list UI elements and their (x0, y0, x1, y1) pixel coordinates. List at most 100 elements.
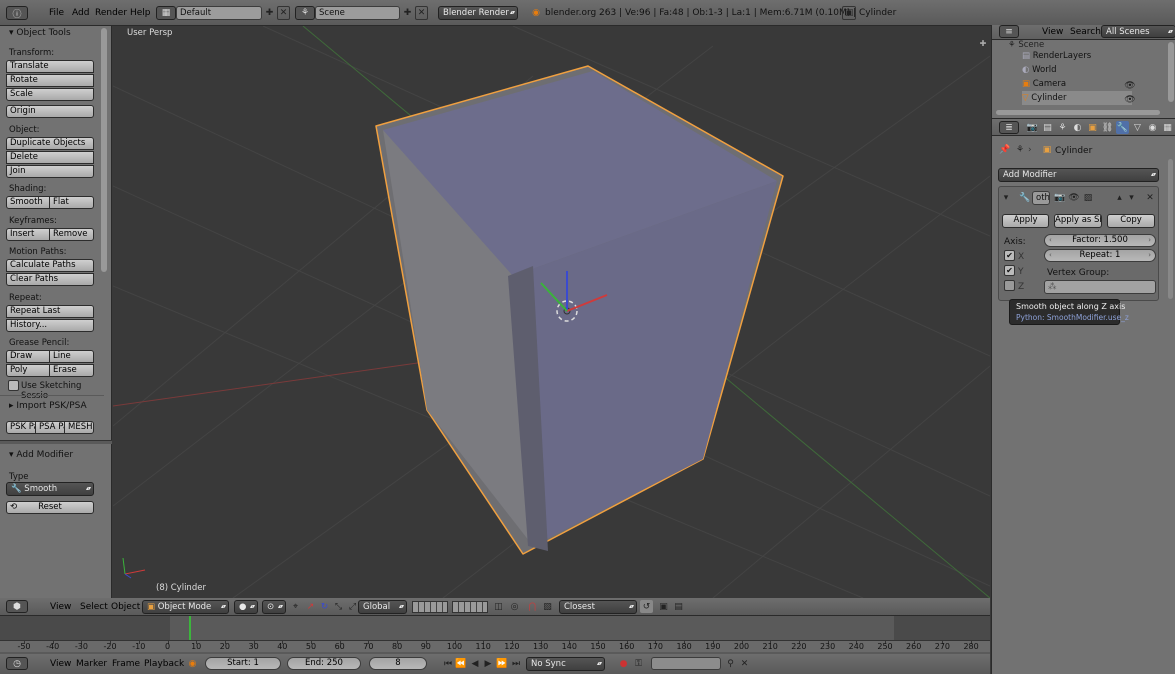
object-tab-icon[interactable]: ▣ (1086, 121, 1099, 134)
current-frame-field[interactable]: 8 (369, 657, 427, 670)
camera-visibility-icon[interactable]: 👁 (1124, 81, 1135, 91)
scene-icon[interactable]: ⚘ (295, 6, 315, 20)
outliner-item-renderlayers[interactable]: ▤ RenderLayers (1022, 49, 1091, 63)
screenshot-icon[interactable]: ▣ (842, 6, 856, 20)
view3d-menu-object[interactable]: Object (111, 602, 140, 612)
record-icon[interactable]: ● (617, 657, 630, 670)
modifier-type-dropdown[interactable]: 🔧 Smooth (6, 482, 94, 496)
import-psk-title[interactable]: ▸ Import PSK/PSA (9, 401, 87, 411)
viewport-corner-icon[interactable]: ✚ (978, 38, 988, 48)
erase-button[interactable]: Erase (49, 364, 94, 377)
render-layers-tab-icon[interactable]: ▤ (1041, 121, 1054, 134)
history-button[interactable]: History... (6, 319, 94, 332)
layout-field[interactable]: Default (176, 6, 262, 20)
add-modifier-panel-title[interactable]: ▾ Add Modifier (9, 450, 73, 460)
remove-keyframe-button[interactable]: Remove (49, 228, 94, 241)
view3d-menu-select[interactable]: Select (80, 602, 108, 612)
screen-layout-icon[interactable]: ▦ (156, 6, 176, 20)
properties-editor-icon[interactable]: ≣ (999, 121, 1019, 134)
pin-icon[interactable]: 📌 (999, 144, 1011, 156)
scale-manipulator-icon[interactable]: ⤡ (332, 600, 345, 613)
add-layout-icon[interactable]: ✚ (263, 6, 276, 20)
editor-type-icon[interactable]: ⓘ (6, 6, 28, 20)
render-layer-icon[interactable]: ◫ (492, 600, 505, 613)
tool-shelf-scrollbar[interactable] (101, 28, 107, 272)
outliner-display-dropdown[interactable]: All Scenes (1101, 25, 1175, 38)
menu-add[interactable]: Add (72, 8, 89, 18)
menu-render[interactable]: Render (95, 8, 127, 18)
keying-set-icon[interactable]: ⚿ (632, 657, 645, 670)
outliner-editor-icon[interactable]: ≡ (999, 25, 1019, 38)
remove-modifier-icon[interactable]: ✕ (1144, 192, 1156, 204)
menu-help[interactable]: Help (130, 8, 151, 18)
magnet-icon[interactable]: ⋂ (526, 600, 539, 613)
factor-slider[interactable]: ‹ Factor: 1.500 › (1044, 234, 1156, 247)
opengl-anim-icon[interactable]: ▤ (672, 600, 685, 613)
mode-dropdown[interactable]: ▣ Object Mode (142, 600, 229, 614)
poly-button[interactable]: Poly (6, 364, 50, 377)
clear-paths-button[interactable]: Clear Paths (6, 273, 94, 286)
cylinder-visibility-icon[interactable]: 👁 (1124, 95, 1135, 105)
keying-set-field[interactable] (651, 657, 721, 670)
manipulator-toggle-icon[interactable]: ⌖ (289, 600, 302, 613)
menu-file[interactable]: File (49, 8, 64, 18)
opengl-render-icon[interactable]: ▣ (657, 600, 670, 613)
draw-button[interactable]: Draw (6, 350, 50, 363)
jump-end-icon[interactable]: ⏭ (510, 657, 522, 670)
outliner-item-cylinder[interactable]: ▽ Cylinder (1022, 91, 1132, 105)
texture-tab-icon[interactable]: ▦ (1161, 121, 1174, 134)
layers-grid-icon[interactable] (412, 601, 448, 613)
translate-manipulator-icon[interactable]: ↗ (304, 600, 317, 613)
view3d-menu-view[interactable]: View (50, 602, 71, 612)
layers-grid-icon-2[interactable] (452, 601, 488, 613)
rotate-button[interactable]: Rotate (6, 74, 94, 87)
insert-keyframe-button[interactable]: Insert (6, 228, 50, 241)
timeline-editor-icon[interactable]: ◷ (6, 657, 28, 670)
add-modifier-dropdown[interactable]: Add Modifier (998, 168, 1159, 182)
world-tab-icon[interactable]: ◐ (1071, 121, 1084, 134)
render-tab-icon[interactable]: 📷 (1026, 121, 1039, 134)
view3d-editor-icon[interactable]: ⬢ (6, 600, 28, 613)
prev-keyframe-icon[interactable]: ⏪ (455, 657, 467, 670)
rotate-manipulator-icon[interactable]: ↻ (318, 600, 331, 613)
delete-key-icon[interactable]: ✕ (738, 657, 751, 670)
modifiers-tab-icon[interactable]: 🔧 (1116, 121, 1129, 134)
apply-button[interactable]: Apply (1002, 214, 1049, 228)
align-rotation-icon[interactable]: ↺ (640, 600, 653, 613)
reset-button[interactable]: ⟲ Reset (6, 501, 94, 514)
sync-mode-dropdown[interactable]: No Sync (526, 657, 605, 671)
calculate-paths-button[interactable]: Calculate Paths (6, 259, 94, 272)
repeat-slider[interactable]: ‹ Repeat: 1 › (1044, 249, 1156, 262)
vertex-group-field[interactable]: ⁂ (1044, 280, 1156, 294)
show-render-icon[interactable]: 📷 (1054, 192, 1066, 204)
orientation-dropdown[interactable]: Global (358, 600, 407, 614)
pivot-dropdown[interactable]: ⊙ (262, 600, 286, 614)
properties-scrollbar[interactable] (1168, 159, 1173, 299)
show-editmode-icon[interactable]: ▨ (1082, 192, 1094, 204)
play-reverse-icon[interactable]: ◀ (469, 657, 481, 670)
line-button[interactable]: Line (49, 350, 94, 363)
timeline-current-frame-marker[interactable] (189, 616, 192, 640)
outliner-menu-search[interactable]: Search (1070, 27, 1101, 37)
shade-flat-button[interactable]: Flat (49, 196, 94, 209)
shade-smooth-button[interactable]: Smooth (6, 196, 50, 209)
apply-as-shape-button[interactable]: Apply as Sha (1054, 214, 1102, 228)
delete-button[interactable]: Delete (6, 151, 94, 164)
start-frame-field[interactable]: Start: 1 (205, 657, 281, 670)
material-tab-icon[interactable]: ◉ (1146, 121, 1159, 134)
scene-field[interactable]: Scene (315, 6, 400, 20)
jump-start-icon[interactable]: ⏮ (442, 657, 454, 670)
timeline-menu-marker[interactable]: Marker (76, 659, 107, 669)
duplicate-objects-button[interactable]: Duplicate Objects (6, 137, 94, 150)
move-down-icon[interactable]: ▾ (1126, 192, 1137, 204)
render-engine-dropdown[interactable]: Blender Render (438, 6, 518, 20)
outliner-menu-view[interactable]: View (1042, 27, 1063, 37)
constraints-tab-icon[interactable]: ⛓ (1101, 121, 1114, 134)
move-up-icon[interactable]: ▴ (1114, 192, 1125, 204)
add-scene-icon[interactable]: ✚ (401, 6, 414, 20)
translate-button[interactable]: Translate (6, 60, 94, 73)
data-tab-icon[interactable]: ▽ (1131, 121, 1144, 134)
preview-range-icon[interactable]: ◉ (186, 657, 199, 670)
origin-button[interactable]: Origin (6, 105, 94, 118)
outliner-hscrollbar[interactable] (996, 110, 1160, 115)
